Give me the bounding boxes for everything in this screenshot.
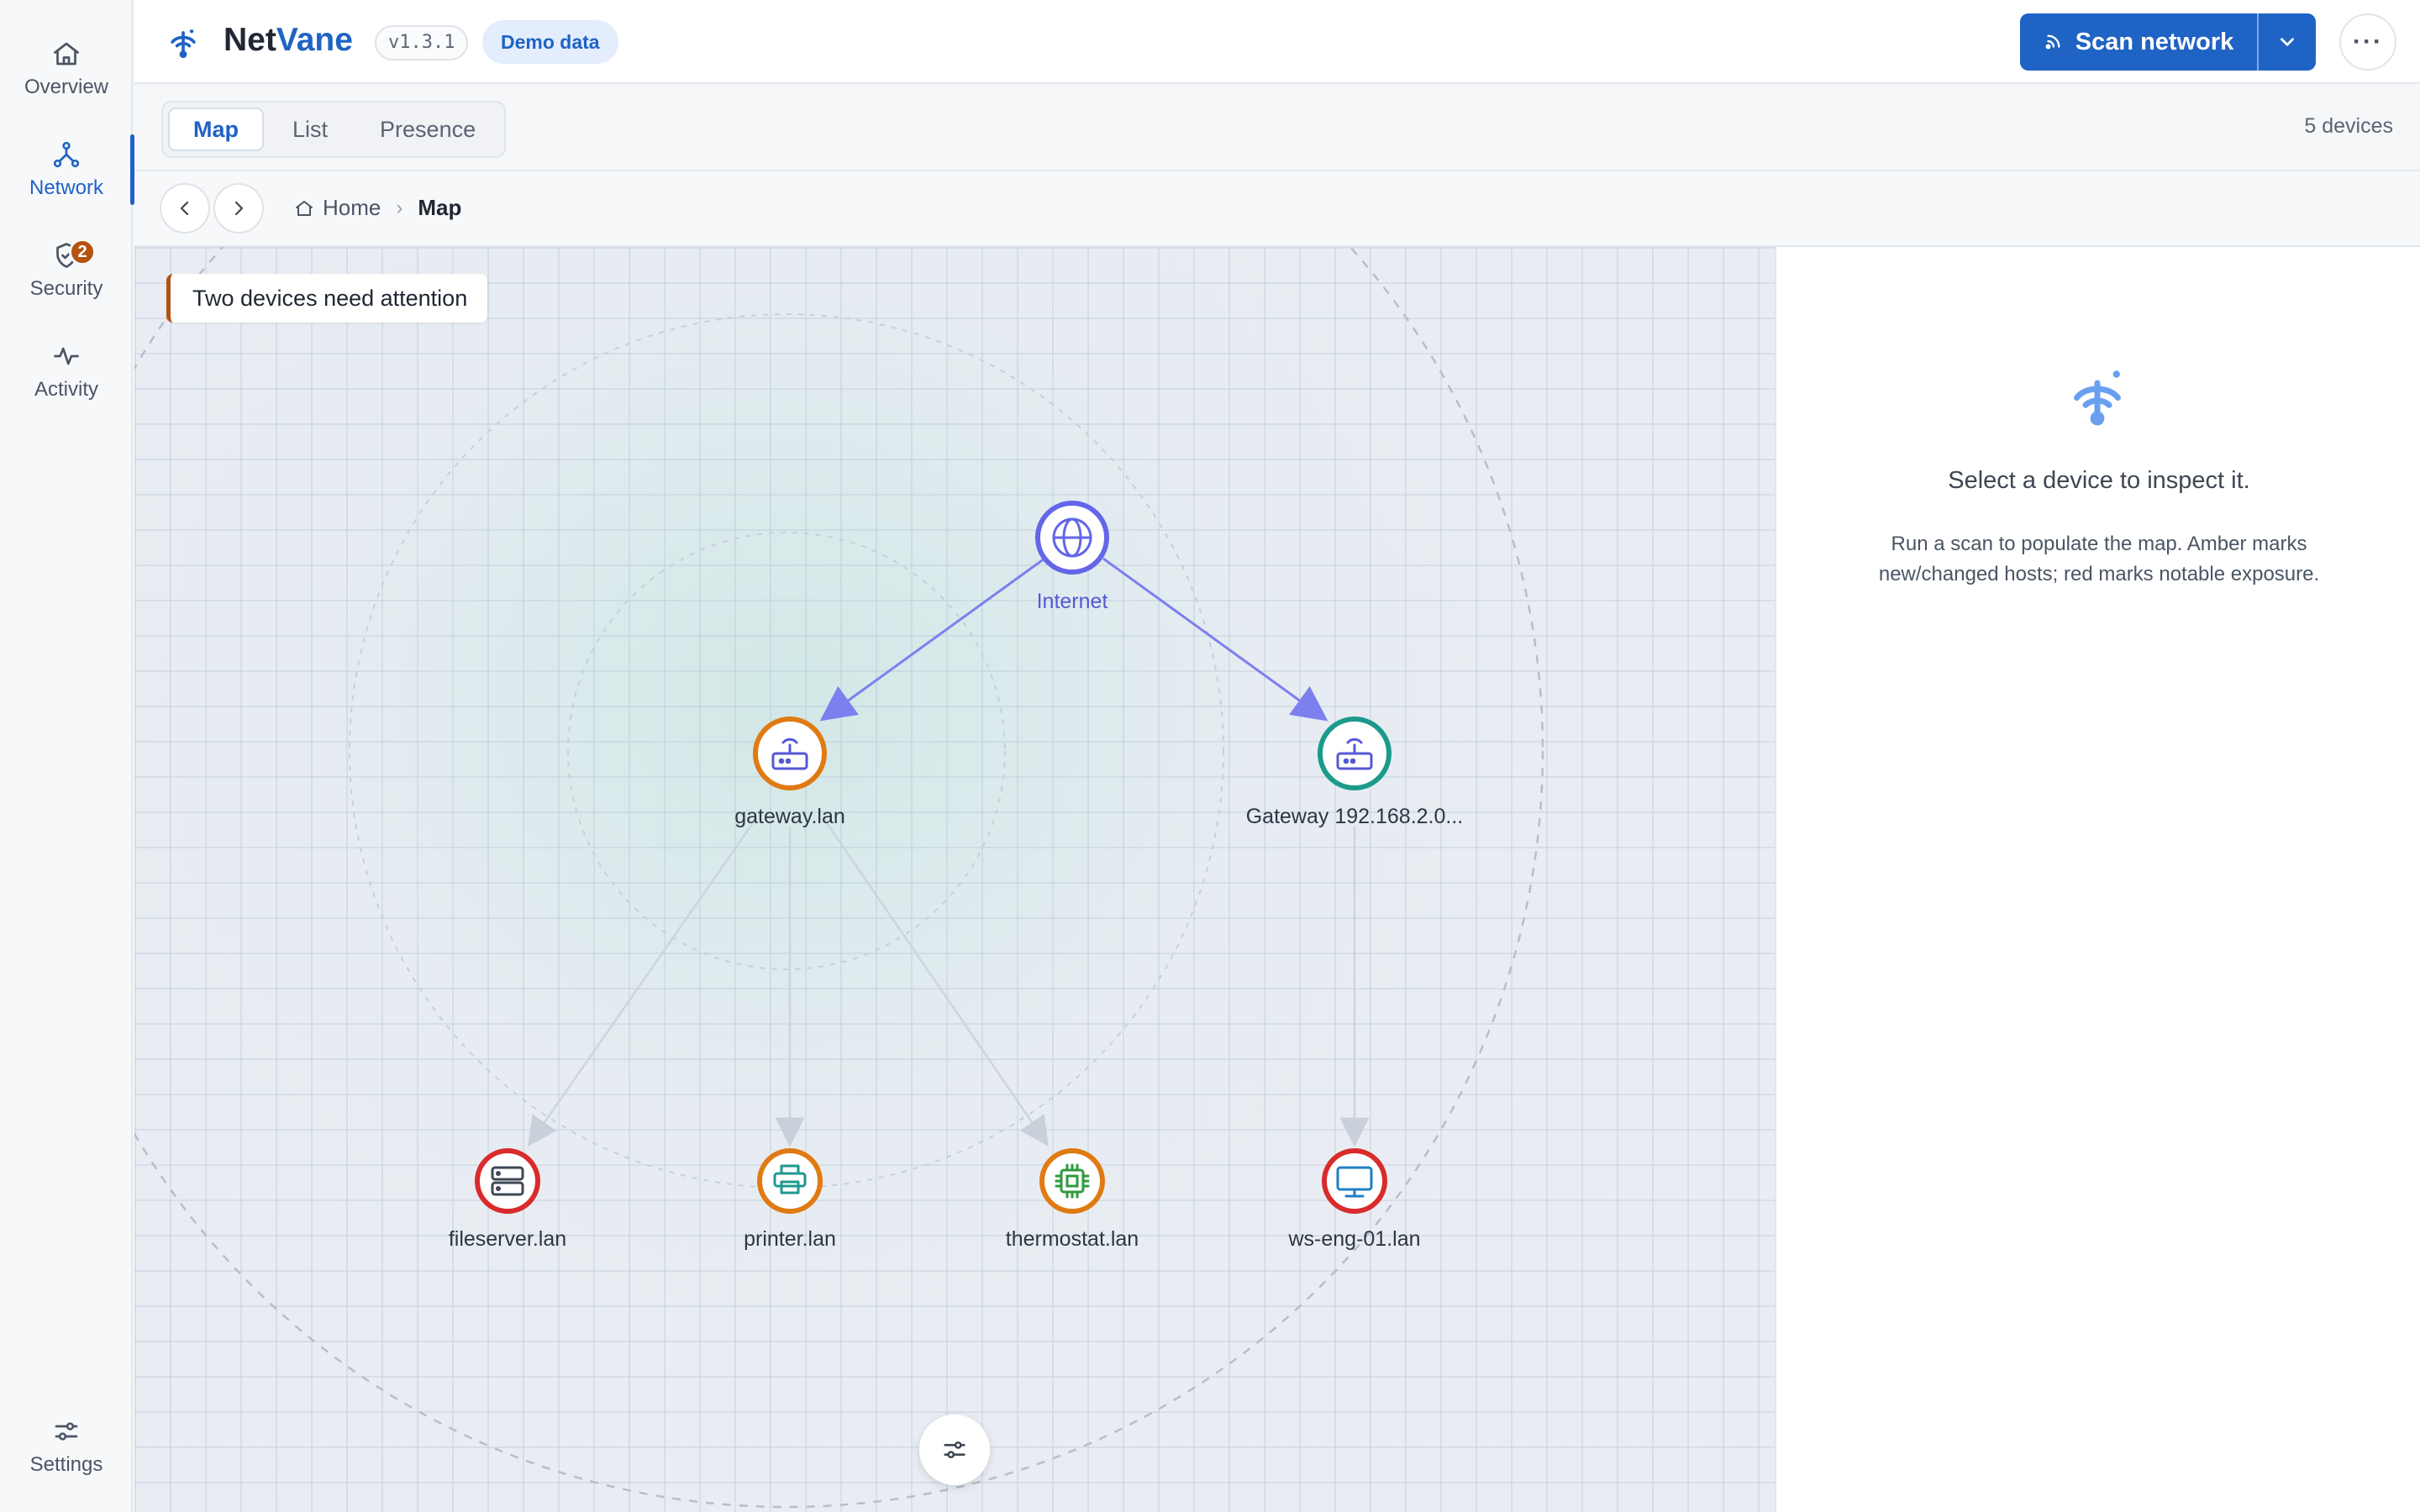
chevron-left-icon	[180, 201, 189, 216]
scan-options-dropdown[interactable]	[2259, 13, 2316, 71]
home-icon	[296, 200, 313, 216]
chevron-right-icon	[234, 201, 244, 216]
sidebar-item-label: Overview	[24, 76, 109, 98]
node-thermostat-lan[interactable]: thermostat.lan	[1006, 1148, 1139, 1251]
tab-list[interactable]: List	[269, 108, 351, 151]
ellipsis-icon: ···	[2353, 28, 2383, 55]
view-tabs: Map List Presence	[161, 101, 507, 158]
radar-icon	[2045, 34, 2060, 50]
node-gateway-lan[interactable]: gateway.lan	[734, 717, 845, 828]
sidebar-item-activity[interactable]: Activity	[0, 329, 133, 413]
edge-internet-gateway-lan	[819, 557, 1045, 722]
node-fileserver-lan[interactable]: fileserver.lan	[449, 1148, 566, 1251]
node-label: ws-eng-01.lan	[1287, 1227, 1420, 1251]
network-icon	[53, 141, 80, 168]
netvane-logo-icon	[171, 29, 196, 59]
forward-button[interactable]	[213, 183, 264, 234]
node-gateway-192-168-2-0[interactable]: Gateway 192.168.2.0...	[1246, 717, 1464, 828]
range-rings	[134, 247, 1544, 1508]
sidebar-item-label: Activity	[34, 378, 98, 401]
security-count-badge: 2	[69, 239, 96, 265]
device-count: 5 devices	[2304, 114, 2393, 138]
more-options-button[interactable]: ···	[2339, 13, 2396, 71]
home-icon	[54, 42, 79, 66]
sidebar-item-label: Network	[29, 176, 104, 199]
scan-network-label: Scan network	[2075, 28, 2234, 55]
tab-presence[interactable]: Presence	[356, 108, 499, 151]
node-label: gateway.lan	[734, 805, 845, 828]
node-label: thermostat.lan	[1006, 1227, 1139, 1251]
node-label: Gateway 192.168.2.0...	[1246, 805, 1464, 828]
scan-network-button[interactable]: Scan network	[2020, 13, 2259, 71]
tab-map[interactable]: Map	[168, 108, 264, 151]
node-internet[interactable]: Internet	[1035, 501, 1109, 613]
network-map-canvas[interactable]: Internet gateway.lan Gateway 192.168.2.0…	[134, 247, 1775, 1512]
inspector-empty-hint: Run a scan to populate the map. Amber ma…	[1878, 533, 2320, 585]
node-printer-lan[interactable]: printer.lan	[744, 1148, 836, 1251]
sidebar-item-label: Settings	[29, 1453, 103, 1476]
sidebar: Overview Network Security 2 Activity Set…	[0, 0, 134, 1512]
brand-prefix: Net	[224, 22, 276, 58]
breadcrumb: Home › Map	[294, 195, 461, 221]
map-filter-button[interactable]	[919, 1415, 990, 1485]
breadcrumb-separator: ›	[396, 196, 403, 219]
edge-internet-gateway-2	[1102, 557, 1328, 722]
breadcrumb-home-link[interactable]: Home	[323, 195, 381, 221]
node-label: fileserver.lan	[449, 1227, 566, 1251]
sliders-icon	[55, 1422, 78, 1441]
inspector-empty-title: Select a device to inspect it.	[1948, 467, 2250, 494]
netvane-logo-icon	[2074, 370, 2121, 426]
brand-suffix: Vane	[276, 22, 353, 58]
sidebar-item-network[interactable]: Network	[0, 128, 134, 212]
back-button[interactable]	[160, 183, 210, 234]
sidebar-item-settings[interactable]: Settings	[0, 1404, 133, 1488]
activity-icon	[54, 347, 79, 365]
sidebar-item-security[interactable]: Security 2	[0, 228, 133, 312]
device-inspector-panel: Select a device to inspect it. Run a sca…	[1775, 247, 2420, 1512]
breadcrumb-bar: Home › Map	[134, 171, 2420, 247]
top-bar: NetVane v1.3.1 Demo data Scan network ··…	[134, 0, 2420, 84]
sliders-icon	[944, 1441, 965, 1459]
view-tabs-bar: Map List Presence 5 devices	[134, 86, 2420, 171]
breadcrumb-current: Map	[418, 195, 462, 220]
node-ws-eng-01-lan[interactable]: ws-eng-01.lan	[1287, 1148, 1421, 1251]
network-map: Internet gateway.lan Gateway 192.168.2.0…	[134, 247, 1544, 1508]
node-label: Internet	[1037, 590, 1108, 613]
demo-data-chip[interactable]: Demo data	[482, 20, 618, 64]
chevron-down-icon	[2281, 38, 2294, 46]
node-label: printer.lan	[744, 1227, 836, 1251]
scan-button-group: Scan network	[2020, 13, 2316, 71]
sidebar-item-overview[interactable]: Overview	[0, 27, 133, 111]
edge-gateway-lan-thermostat	[822, 817, 1049, 1147]
edge-gateway-lan-fileserver	[528, 817, 758, 1147]
version-badge: v1.3.1	[375, 25, 469, 60]
sidebar-item-label: Security	[29, 277, 103, 300]
attention-alert[interactable]: Two devices need attention	[166, 274, 488, 323]
app-title: NetVane	[224, 22, 353, 59]
map-edges	[528, 557, 1370, 1147]
